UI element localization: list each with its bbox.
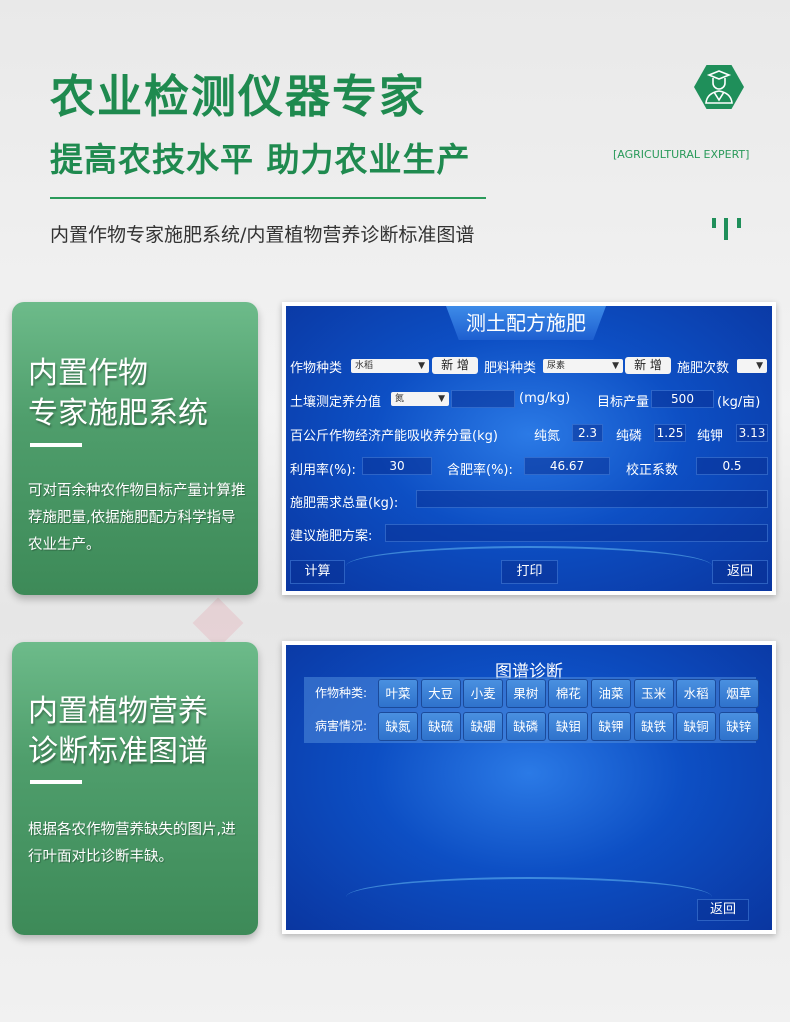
- card-title-line2: 专家施肥系统: [28, 396, 208, 431]
- crop-button[interactable]: 大豆: [420, 679, 461, 708]
- crop-button[interactable]: 油菜: [591, 679, 631, 708]
- dropdown-arrow-icon: ▼: [418, 361, 425, 371]
- soil-label: 土壤测定养分值: [290, 395, 382, 410]
- p-label: 纯磷: [616, 429, 643, 444]
- use-input[interactable]: 30: [362, 457, 432, 475]
- target-input[interactable]: 500: [651, 390, 714, 408]
- crop-button[interactable]: 叶菜: [378, 679, 418, 708]
- crop-button[interactable]: 棉花: [548, 679, 589, 708]
- times-label: 施肥次数: [677, 361, 730, 376]
- crop-button[interactable]: 烟草: [718, 679, 759, 708]
- content-label: 含肥率(%):: [447, 463, 513, 478]
- coef-input[interactable]: 0.5: [696, 457, 768, 475]
- diagnosis-grid: 作物种类: 病害情况: 叶菜 大豆 小麦 果树 棉花 油菜 玉米 水稻 烟草缺氮 缺硫 缺硼 缺磷 缺钼…: [304, 677, 759, 743]
- fert-label: 肥料种类: [484, 361, 537, 376]
- crop-label: 作物种类: [290, 361, 343, 376]
- crop-row-label: 作物种类:: [314, 686, 368, 700]
- n-input[interactable]: 2.3: [572, 424, 603, 442]
- soil-input[interactable]: [451, 390, 515, 408]
- plan-label: 建议施肥方案:: [290, 529, 373, 544]
- dropdown-arrow-icon: ▼: [756, 361, 763, 371]
- disease-button[interactable]: 缺氮: [378, 712, 418, 741]
- screen-title: 测土配方施肥: [446, 306, 606, 340]
- soil-value: 氮: [395, 394, 405, 404]
- add-fert-button[interactable]: 新 增: [625, 357, 671, 374]
- total-label: 施肥需求总量(kg):: [290, 496, 399, 511]
- page-title: 农业检测仪器专家: [50, 70, 427, 123]
- crop-select[interactable]: 水稻 ▼: [351, 359, 429, 373]
- disease-button[interactable]: 缺铜: [676, 712, 717, 741]
- feature-card-diagnosis: 内置植物营养 诊断标准图谱 根据各农作物营养缺失的图片,进行叶面对比诊断丰缺。: [12, 642, 258, 935]
- card-title-line1: 内置植物营养: [28, 694, 208, 729]
- expert-hexagon-icon: [694, 65, 744, 109]
- card-description: 可对百余种农作物目标产量计算推荐施肥量,依据施肥配方科学指导农业生产。: [28, 483, 246, 553]
- absorb-label: 百公斤作物经济产能吸收养分量(kg): [290, 429, 498, 444]
- card-title-line1: 内置作物: [28, 356, 148, 391]
- disease-button[interactable]: 缺锌: [718, 712, 759, 741]
- disease-button[interactable]: 缺钾: [591, 712, 631, 741]
- crop-button[interactable]: 水稻: [676, 679, 717, 708]
- add-crop-button[interactable]: 新 增: [432, 357, 478, 374]
- disease-button[interactable]: 缺钼: [548, 712, 589, 741]
- crop-button[interactable]: 果树: [505, 679, 546, 708]
- k-label: 纯钾: [697, 429, 724, 444]
- crop-button[interactable]: 小麦: [463, 679, 504, 708]
- feature-card-fertilization: 内置作物 专家施肥系统 可对百余种农作物目标产量计算推荐施肥量,依据施肥配方科学…: [12, 302, 258, 595]
- fert-value: 尿素: [547, 361, 566, 371]
- disease-row-label: 病害情况:: [314, 719, 368, 733]
- disease-button[interactable]: 缺硼: [463, 712, 504, 741]
- crop-button[interactable]: 玉米: [633, 679, 674, 708]
- page-subtitle: 提高农技水平 助力农业生产: [50, 140, 471, 179]
- disease-button[interactable]: 缺磷: [505, 712, 546, 741]
- dropdown-arrow-icon: ▼: [438, 394, 445, 404]
- disease-button[interactable]: 缺铁: [633, 712, 674, 741]
- use-label: 利用率(%):: [290, 463, 356, 478]
- coef-label: 校正系数: [626, 463, 679, 478]
- target-label: 目标产量: [597, 395, 650, 410]
- crop-value: 水稻: [355, 361, 374, 371]
- total-input[interactable]: [416, 490, 768, 508]
- times-select[interactable]: ▼: [737, 359, 767, 373]
- card-description: 根据各农作物营养缺失的图片,进行叶面对比诊断丰缺。: [28, 822, 236, 865]
- fert-select[interactable]: 尿素 ▼: [543, 359, 623, 373]
- disease-button[interactable]: 缺硫: [420, 712, 461, 741]
- target-unit: (kg/亩): [717, 395, 761, 410]
- diagnosis-screen: 图谱诊断 作物种类: 病害情况: 叶菜 大豆 小麦 果树 棉花 油菜 玉米 水稻 烟草 缺氮 缺硫缺…: [282, 641, 776, 934]
- card-divider: [30, 780, 82, 784]
- k-input[interactable]: 3.13: [736, 424, 768, 442]
- card-title-line2: 诊断标准图谱: [28, 734, 208, 769]
- dropdown-arrow-icon: ▼: [612, 361, 619, 371]
- soil-unit: (mg/kg): [519, 391, 571, 406]
- fertilization-screen: 测土配方施肥 作物种类 水稻 ▼ 新 增 肥料种类 尿素 ▼ 新 增 施肥次数 ▼ …: [282, 302, 776, 595]
- print-button[interactable]: 打印: [501, 560, 558, 584]
- back-button[interactable]: 返回: [712, 560, 768, 584]
- card-divider: [30, 443, 82, 447]
- p-input[interactable]: 1.25: [654, 424, 686, 442]
- plan-input[interactable]: [385, 524, 768, 542]
- caption: 内置作物专家施肥系统/内置植物营养诊断标准图谱: [50, 224, 475, 246]
- content-input[interactable]: 46.67: [524, 457, 610, 475]
- decor-bars-icon: [712, 216, 742, 246]
- tagline: [AGRICULTURAL EXPERT]: [613, 148, 750, 161]
- calculate-button[interactable]: 计算: [290, 560, 345, 584]
- divider: [50, 197, 486, 199]
- soil-select[interactable]: 氮 ▼: [391, 392, 449, 406]
- n-label: 纯氮: [534, 429, 561, 444]
- back-button[interactable]: 返回: [697, 899, 749, 921]
